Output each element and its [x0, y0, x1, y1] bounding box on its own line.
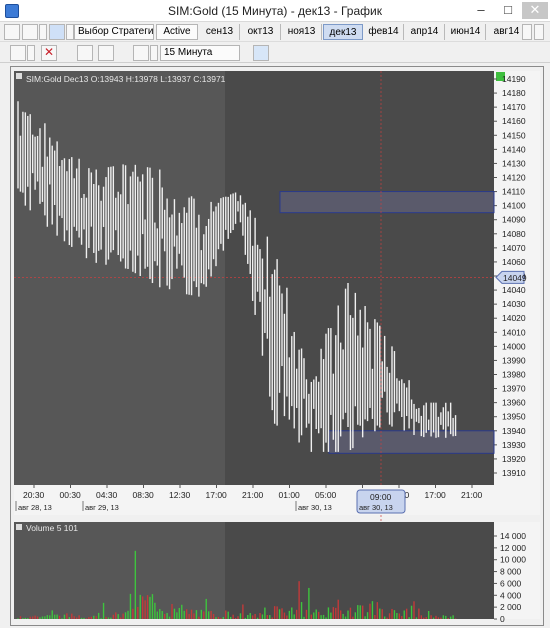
- price-tick-label: 14180: [502, 88, 526, 98]
- volume-tick-label: 10 000: [500, 555, 526, 565]
- volume-tick-label: 6 000: [500, 578, 522, 588]
- time-tick-label: 00:30: [60, 490, 82, 500]
- cursor-icon[interactable]: [10, 45, 26, 61]
- close-button[interactable]: ✕: [522, 2, 548, 19]
- main-toolbar: Выбор Стратегии Active сен13 окт13 ноя13 де…: [0, 22, 550, 42]
- maximize-button[interactable]: □: [495, 2, 521, 19]
- chart-toolbar: ✕ 15 Минута: [0, 43, 550, 63]
- price-tick-label: 14120: [502, 173, 526, 183]
- time-tick-label: 21:00: [461, 490, 483, 500]
- tab-сен13[interactable]: сен13: [200, 24, 240, 40]
- header-marker-icon: [16, 73, 22, 79]
- time-tick-label: 08:30: [133, 490, 155, 500]
- price-tick-label: 13990: [502, 355, 526, 365]
- volume-tick-label: 4 000: [500, 590, 522, 600]
- tabs-scroll-left[interactable]: [522, 24, 532, 40]
- time-tick-label: 01:00: [279, 490, 301, 500]
- time-tick-label: 12:30: [169, 490, 191, 500]
- strategy-selector[interactable]: Выбор Стратегии: [74, 24, 154, 40]
- price-tick-label: 13970: [502, 384, 526, 394]
- volume-tick-label: 8 000: [500, 567, 522, 577]
- chart-header: SIM:Gold Dec13 O:13943 H:13978 L:13937 C…: [26, 74, 226, 84]
- print-icon[interactable]: [22, 24, 38, 40]
- timeframe-selector[interactable]: 15 Минута: [160, 45, 240, 61]
- price-tick-label: 14100: [502, 201, 526, 211]
- supply-demand-zone: [328, 430, 495, 454]
- volume-session-shading: [14, 522, 225, 619]
- date-label: авг 29, 13: [85, 503, 119, 512]
- save-icon[interactable]: [4, 24, 20, 40]
- price-tick-label: 14190: [502, 74, 526, 84]
- price-tick-label: 14020: [502, 313, 526, 323]
- price-tick-label: 13920: [502, 454, 526, 464]
- layout-icon[interactable]: [253, 45, 269, 61]
- price-tick-label: 14080: [502, 229, 526, 239]
- chart-container[interactable]: SIM:Gold Dec13 O:13943 H:13978 L:13937 C…: [10, 66, 544, 626]
- time-tick-label: 04:30: [96, 490, 118, 500]
- volume-tick-label: 0: [500, 614, 505, 624]
- volume-tick-label: 14 000: [500, 531, 526, 541]
- template-icon[interactable]: [98, 45, 114, 61]
- delete-icon[interactable]: ✕: [41, 45, 57, 61]
- time-tick-label: 05:00: [315, 490, 337, 500]
- price-tick-label: 14040: [502, 285, 526, 295]
- cursor-time-label: 09:00: [370, 492, 392, 502]
- price-tick-label: 14150: [502, 130, 526, 140]
- price-tick-label: 13910: [502, 468, 526, 478]
- cursor-dropdown-arrow[interactable]: [27, 45, 35, 61]
- tab-дек13[interactable]: дек13: [323, 24, 363, 40]
- price-tick-label: 14000: [502, 341, 526, 351]
- price-tick-label: 13950: [502, 412, 526, 422]
- volume-tick-label: 12 000: [500, 543, 526, 553]
- price-tick-label: 14060: [502, 257, 526, 267]
- price-tick-label: 14030: [502, 299, 526, 309]
- tab-ноя13[interactable]: ноя13: [282, 24, 322, 40]
- price-tick-label: 14110: [502, 187, 525, 197]
- tab-авг14[interactable]: авг14: [487, 24, 527, 40]
- price-chart[interactable]: SIM:Gold Dec13 O:13943 H:13978 L:13937 C…: [11, 67, 543, 625]
- tab-июн14[interactable]: июн14: [446, 24, 486, 40]
- tab-окт13[interactable]: окт13: [241, 24, 281, 40]
- date-label: авг 30, 13: [298, 503, 332, 512]
- price-tick-label: 14070: [502, 243, 526, 253]
- tab-апр14[interactable]: апр14: [405, 24, 445, 40]
- tab-фев14[interactable]: фев14: [364, 24, 404, 40]
- supply-demand-zone: [279, 191, 495, 214]
- print-dropdown-arrow[interactable]: [39, 24, 47, 40]
- time-tick-label: 20:30: [23, 490, 45, 500]
- price-tick-label: 14090: [502, 215, 526, 225]
- indicator-icon[interactable]: [77, 45, 93, 61]
- price-tick-label: 13930: [502, 440, 526, 450]
- chart-type-dropdown-arrow[interactable]: [150, 45, 158, 61]
- strategy-icon[interactable]: [49, 24, 65, 40]
- price-tick-label: 14010: [502, 327, 526, 337]
- time-tick-label: 17:00: [206, 490, 228, 500]
- price-tick-label: 14160: [502, 116, 526, 126]
- minimize-button[interactable]: –: [468, 2, 494, 19]
- price-tick-label: 13960: [502, 398, 526, 408]
- strategy-dropdown-arrow[interactable]: [66, 24, 74, 40]
- chart-type-icon[interactable]: [133, 45, 149, 61]
- volume-header: Volume 5 101: [26, 523, 78, 533]
- price-tick-label: 13980: [502, 370, 526, 380]
- date-label: авг 28, 13: [18, 503, 52, 512]
- price-tick-label: 14170: [502, 102, 526, 112]
- time-tick-label: 17:00: [425, 490, 447, 500]
- volume-tick-label: 2 000: [500, 602, 522, 612]
- active-button[interactable]: Active: [156, 24, 198, 40]
- current-price-label: 14049: [503, 273, 527, 283]
- timeframe-label: 15 Минута: [164, 47, 213, 58]
- title-bar: SIM:Gold (15 Минута) - дек13 - График – …: [0, 0, 550, 22]
- price-tick-label: 14140: [502, 144, 526, 154]
- tabs-scroll-right[interactable]: [534, 24, 544, 40]
- price-tick-label: 14130: [502, 158, 526, 168]
- price-tick-label: 13940: [502, 426, 526, 436]
- time-tick-label: 21:00: [242, 490, 264, 500]
- cursor-date-label: авг 30, 13: [359, 503, 393, 512]
- volume-header-marker-icon: [16, 524, 22, 530]
